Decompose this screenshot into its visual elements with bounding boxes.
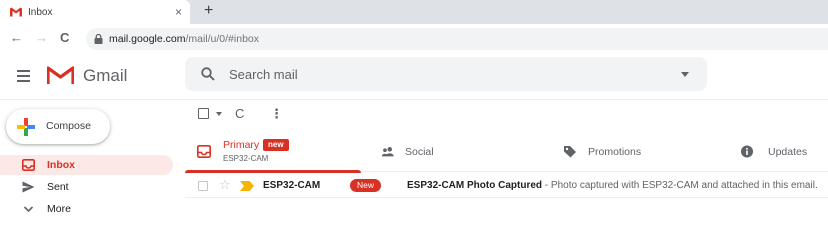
select-all-checkbox[interactable] — [198, 108, 209, 119]
select-options-icon[interactable] — [216, 112, 222, 116]
search-bar — [185, 57, 707, 91]
browser-toolbar: ← → C mail.google.com/mail/u/0/#inbox — [0, 24, 828, 54]
email-checkbox[interactable] — [198, 181, 208, 191]
tab-label: Promotions — [588, 146, 642, 158]
tab-close-icon[interactable]: × — [175, 5, 182, 19]
compose-plus-icon — [17, 118, 35, 136]
tab-primary[interactable]: Primary new ESP32-CAM — [185, 132, 361, 173]
refresh-icon[interactable]: C — [235, 107, 244, 121]
inbox-icon — [22, 159, 35, 171]
people-icon — [381, 147, 394, 157]
compose-button[interactable]: Compose — [6, 109, 110, 144]
browser-tab-strip: Inbox × + — [0, 0, 828, 24]
more-options-icon[interactable]: ⋮ — [270, 107, 283, 121]
email-row[interactable]: ☆ ESP32-CAM New ESP32-CAM Photo Captured… — [185, 174, 828, 198]
gmail-header: Gmail — [0, 54, 828, 100]
sidebar-item-label: More — [47, 203, 71, 215]
tab-label: Updates — [768, 146, 808, 158]
new-tab-button[interactable]: + — [204, 2, 213, 20]
tab-label: Social — [405, 146, 434, 158]
lock-icon — [94, 34, 103, 44]
tab-promotions[interactable]: Promotions — [551, 132, 721, 172]
email-snippet: Photo captured with ESP32-CAM and attach… — [550, 180, 818, 191]
main-menu-icon[interactable] — [17, 70, 30, 82]
search-input[interactable] — [229, 64, 649, 84]
reload-icon[interactable]: C — [60, 29, 69, 47]
email-subject: ESP32-CAM Photo Captured — [407, 180, 543, 191]
tag-icon — [564, 146, 576, 158]
gmail-wordmark: Gmail — [83, 66, 128, 85]
sidebar-item-more[interactable]: More — [0, 199, 173, 219]
browser-tab[interactable]: Inbox × — [0, 0, 190, 24]
url-host: mail.google.com — [109, 33, 186, 45]
chevron-down-icon — [23, 206, 34, 213]
active-tab-indicator — [185, 170, 361, 173]
sidebar-item-sent[interactable]: Sent — [0, 177, 173, 197]
url-path: /mail/u/0/#inbox — [185, 33, 259, 45]
new-badge: new — [263, 139, 289, 151]
email-separator: - — [542, 180, 551, 191]
compose-label: Compose — [46, 120, 91, 132]
email-preview: ESP32-CAM Photo Captured - Photo capture… — [407, 180, 828, 191]
new-badge: New — [350, 179, 382, 192]
back-icon[interactable]: ← — [10, 29, 23, 47]
browser-tab-title: Inbox — [28, 6, 53, 18]
category-tabs: Primary new ESP32-CAM Social Promotions … — [185, 132, 828, 173]
gmail-logo-icon[interactable] — [47, 65, 74, 85]
search-icon[interactable] — [201, 67, 215, 81]
gmail-favicon-icon — [10, 7, 22, 17]
send-icon — [22, 181, 35, 193]
tab-social[interactable]: Social — [373, 132, 543, 172]
email-sender: ESP32-CAM — [263, 180, 321, 191]
tab-label: Primary — [223, 139, 260, 151]
tab-subtitle: ESP32-CAM — [223, 154, 269, 163]
star-icon[interactable]: ☆ — [219, 178, 231, 192]
inbox-icon — [197, 145, 211, 158]
forward-icon[interactable]: → — [35, 29, 48, 47]
important-marker-icon[interactable] — [240, 181, 254, 191]
mail-toolbar: C ⋮ — [185, 100, 828, 130]
search-options-icon[interactable] — [681, 72, 689, 77]
sidebar-item-label: Sent — [47, 181, 69, 193]
address-bar[interactable]: mail.google.com/mail/u/0/#inbox — [86, 28, 828, 50]
tab-updates[interactable]: Updates — [730, 132, 828, 172]
sidebar-item-inbox[interactable]: Inbox — [0, 155, 173, 175]
info-icon — [740, 145, 754, 158]
sidebar-item-label: Inbox — [47, 159, 75, 171]
